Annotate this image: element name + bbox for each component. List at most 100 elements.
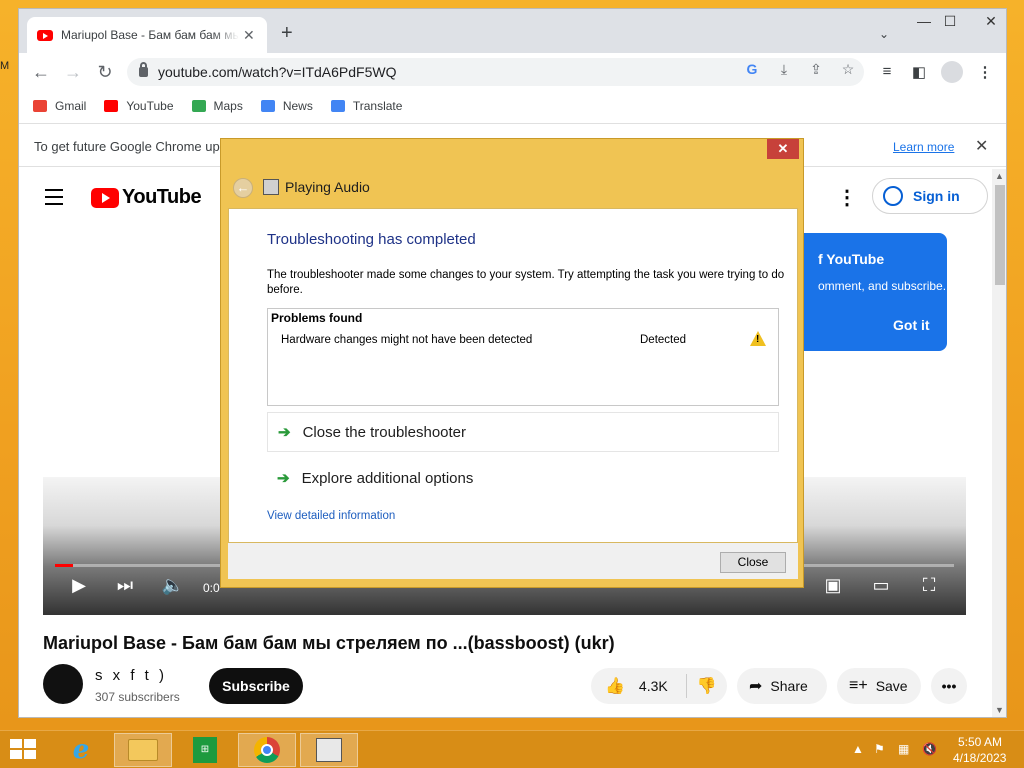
taskbar-file-explorer[interactable] bbox=[114, 733, 172, 767]
back-icon[interactable]: ← bbox=[29, 61, 53, 83]
share-button[interactable]: ➦ Share bbox=[737, 668, 827, 704]
fullscreen-icon[interactable]: ⛶ bbox=[915, 575, 943, 596]
problem-description: Hardware changes might not have been det… bbox=[281, 334, 533, 346]
maps-icon bbox=[191, 100, 206, 112]
time-display: 0:0 bbox=[203, 581, 220, 595]
translate-icon bbox=[330, 100, 345, 112]
volume-muted-icon[interactable]: 🔇 bbox=[922, 742, 937, 756]
network-icon[interactable]: ▦ bbox=[898, 742, 909, 756]
back-arrow-icon[interactable]: ← bbox=[233, 178, 253, 198]
tab-close-icon[interactable]: ✕ bbox=[243, 27, 255, 44]
clock-time[interactable]: 5:50 AM bbox=[958, 735, 1002, 749]
save-label: Save bbox=[875, 678, 908, 694]
completion-description: The troubleshooter made some changes to … bbox=[267, 269, 785, 296]
bookmark-gmail[interactable]: Gmail bbox=[33, 99, 86, 113]
bookmark-news[interactable]: News bbox=[260, 99, 313, 113]
channel-name[interactable]: s x f t ) bbox=[95, 667, 167, 684]
taskbar-troubleshooter[interactable] bbox=[300, 733, 358, 767]
video-title: Mariupol Base - Бам бам бам мы стреляем … bbox=[43, 633, 615, 653]
clock-date[interactable]: 4/18/2023 bbox=[953, 751, 1006, 765]
youtube-favicon-icon bbox=[37, 29, 53, 41]
action-center-flag-icon[interactable]: ⚑ bbox=[874, 742, 885, 756]
popup-body: omment, and subscribe. bbox=[818, 279, 947, 293]
bookmark-translate[interactable]: Translate bbox=[330, 99, 403, 113]
scroll-thumb[interactable] bbox=[995, 185, 1005, 285]
youtube-logo[interactable]: YouTube bbox=[91, 186, 202, 209]
sign-in-label: Sign in bbox=[913, 188, 960, 204]
dialog-title: Playing Audio bbox=[285, 179, 370, 195]
subscriber-count: 307 subscribers bbox=[95, 690, 180, 704]
miniplayer-icon[interactable]: ▣ bbox=[819, 575, 847, 596]
share-page-icon[interactable]: ⇪ bbox=[807, 61, 825, 78]
new-tab-button[interactable]: + bbox=[281, 23, 293, 43]
popup-title: f YouTube bbox=[818, 251, 885, 267]
view-details-link[interactable]: View detailed information bbox=[267, 510, 395, 522]
bookmark-star-icon[interactable]: ☆ bbox=[839, 61, 857, 78]
tab-strip: Mariupol Base - Бам бам бам мы стреляем … bbox=[19, 9, 1006, 53]
got-it-button[interactable]: Got it bbox=[893, 317, 930, 333]
progress-fill bbox=[55, 564, 73, 567]
show-hidden-icons-icon[interactable]: ▲ bbox=[852, 742, 864, 756]
bookmark-label: Maps bbox=[213, 99, 243, 113]
scroll-up-icon[interactable]: ▲ bbox=[995, 171, 1004, 181]
dialog-content: Troubleshooting has completed The troubl… bbox=[228, 208, 798, 543]
infobar-message: To get future Google Chrome up bbox=[34, 139, 220, 154]
thumbs-down-icon[interactable]: 👎 bbox=[697, 676, 717, 696]
subscribe-button[interactable]: Subscribe bbox=[209, 668, 303, 704]
thumbs-up-icon[interactable]: 👍 bbox=[605, 676, 625, 696]
menu-icon[interactable] bbox=[45, 189, 63, 210]
maximize-button[interactable]: ☐ bbox=[930, 13, 970, 30]
reload-icon[interactable]: ↻ bbox=[93, 61, 117, 83]
chrome-menu-icon[interactable]: ⋮ bbox=[975, 63, 995, 81]
troubleshooter-icon bbox=[316, 738, 342, 762]
bookmarks-bar: Gmail YouTube Maps News Translate bbox=[19, 91, 1006, 121]
bookmark-label: Translate bbox=[352, 99, 403, 113]
folder-icon bbox=[128, 739, 158, 761]
volume-icon[interactable]: 🔈 bbox=[159, 575, 187, 596]
internet-explorer-icon: e bbox=[72, 735, 90, 765]
tab-search-icon[interactable]: ⌄ bbox=[879, 27, 889, 41]
taskbar-internet-explorer[interactable]: e bbox=[52, 733, 110, 767]
bookmark-youtube[interactable]: YouTube bbox=[104, 99, 174, 113]
close-troubleshooter-option[interactable]: ➔ Close the troubleshooter bbox=[267, 412, 779, 452]
window-close-button[interactable]: ✕ bbox=[971, 13, 1006, 30]
google-lens-icon[interactable]: G bbox=[743, 61, 761, 77]
bookmark-label: Gmail bbox=[55, 99, 87, 113]
signin-promo-popup: f YouTube omment, and subscribe. Got it bbox=[795, 233, 947, 351]
channel-avatar[interactable] bbox=[43, 664, 83, 704]
like-divider bbox=[685, 674, 687, 698]
explore-options-option[interactable]: ➔ Explore additional options bbox=[267, 458, 779, 498]
taskbar-chrome[interactable] bbox=[238, 733, 296, 767]
theater-mode-icon[interactable]: ▭ bbox=[867, 575, 895, 596]
scroll-down-icon[interactable]: ▼ bbox=[995, 705, 1004, 715]
option-label: Explore additional options bbox=[301, 469, 474, 487]
save-button[interactable]: ≡+ Save bbox=[837, 668, 921, 704]
settings-more-icon[interactable]: ⋮ bbox=[837, 185, 857, 210]
side-panel-icon[interactable]: ◧ bbox=[909, 63, 929, 81]
taskbar-store[interactable]: ⊞ bbox=[176, 733, 234, 767]
learn-more-link[interactable]: Learn more bbox=[893, 140, 954, 154]
browser-toolbar: ← → ↻ youtube.com/watch?v=ITdA6PdF5WQ G … bbox=[19, 53, 1006, 91]
speaker-app-icon bbox=[263, 179, 279, 195]
chrome-icon bbox=[254, 737, 280, 763]
dialog-close-icon[interactable]: ✕ bbox=[767, 139, 799, 159]
browser-tab[interactable]: Mariupol Base - Бам бам бам мы стреляем … bbox=[27, 17, 267, 53]
infobar-close-icon[interactable]: ✕ bbox=[975, 136, 988, 156]
account-icon bbox=[883, 186, 903, 206]
option-label: Close the troubleshooter bbox=[302, 423, 467, 441]
profile-avatar-icon[interactable] bbox=[941, 61, 963, 83]
close-button[interactable]: Close bbox=[720, 552, 786, 573]
windows-start-icon[interactable] bbox=[10, 739, 38, 761]
next-icon[interactable]: ⏭ bbox=[111, 575, 139, 596]
like-count[interactable]: 4.3K bbox=[639, 678, 668, 694]
page-scrollbar[interactable]: ▲ ▼ bbox=[992, 169, 1006, 717]
play-icon[interactable]: ▶ bbox=[65, 575, 93, 596]
more-actions-button[interactable]: ••• bbox=[931, 668, 967, 704]
sign-in-button[interactable]: Sign in bbox=[872, 178, 988, 214]
dialog-footer: Close bbox=[228, 543, 798, 579]
bookmark-maps[interactable]: Maps bbox=[191, 99, 243, 113]
problem-status: Detected bbox=[640, 334, 687, 346]
reading-list-icon[interactable]: ≡ bbox=[877, 63, 897, 80]
install-icon[interactable]: ⤓ bbox=[775, 61, 793, 78]
forward-icon[interactable]: → bbox=[61, 61, 85, 83]
